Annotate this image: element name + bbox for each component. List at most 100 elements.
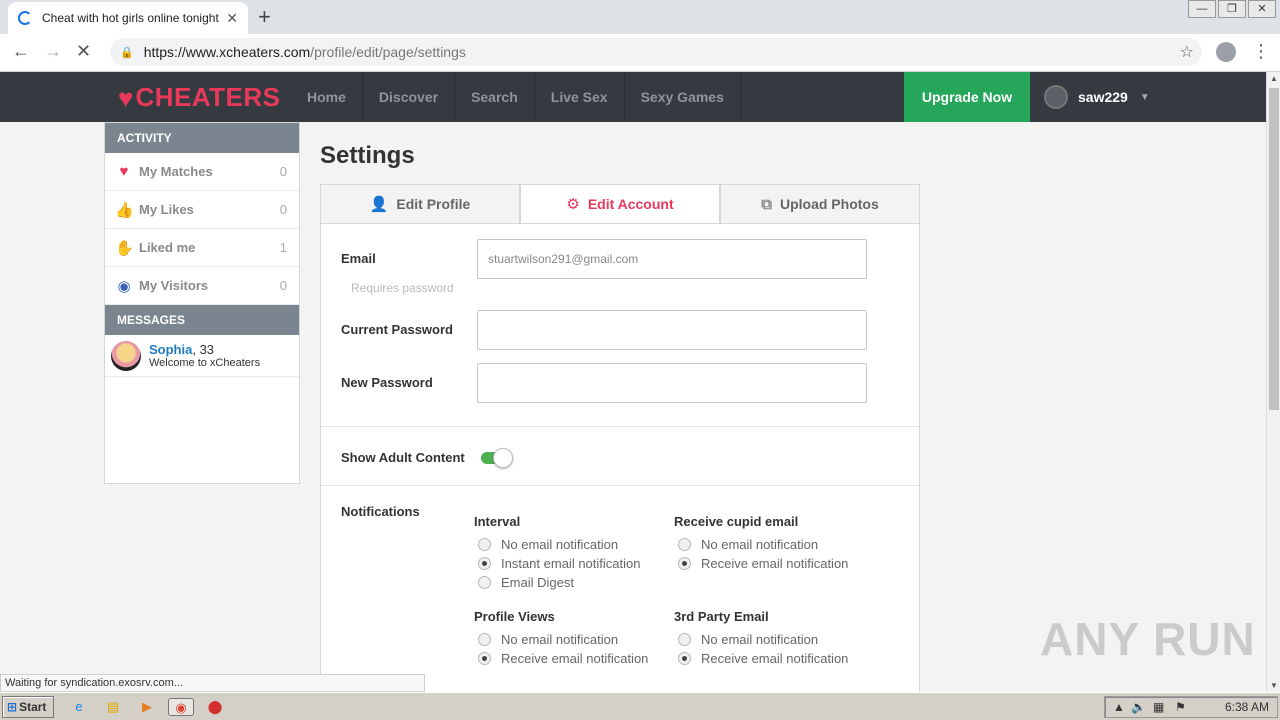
nav-live-sex[interactable]: Live Sex [535,72,625,122]
tray-expand-icon[interactable]: ▲ [1113,697,1125,717]
cupid-email-group: Receive cupid email No email notificatio… [674,514,874,573]
restore-icon[interactable]: ❐ [1218,0,1246,18]
minimize-icon[interactable]: — [1188,0,1216,18]
url-path: /profile/edit/page/settings [310,44,466,60]
upgrade-button[interactable]: Upgrade Now [904,72,1030,122]
scroll-up-icon[interactable]: ▲ [1270,74,1278,83]
bookmark-star-icon[interactable]: ☆ [1180,42,1194,62]
url-bar[interactable]: 🔒 https://www.xcheaters.com/profile/edit… [110,38,1202,66]
message-item[interactable]: Sophia, 33 Welcome to xCheaters [105,335,299,377]
radio-option[interactable]: No email notification [474,535,674,554]
radio-button[interactable] [678,633,691,646]
browser-account-icon[interactable] [1216,42,1236,62]
chevron-down-icon: ▼ [1139,91,1150,103]
radio-label: Receive email notification [701,556,849,571]
page-scrollbar[interactable]: ▲ ▼ [1266,72,1280,692]
tab-edit-profile[interactable]: 👤 Edit Profile [320,184,520,224]
sidebar-item-liked-me[interactable]: ✋ Liked me 1 [105,229,299,267]
radio-label: No email notification [701,632,819,647]
scrollbar-thumb[interactable] [1269,88,1279,410]
message-sender[interactable]: Sophia [149,342,192,357]
nav-discover[interactable]: Discover [363,72,456,122]
sidebar-item-my-likes[interactable]: 👍 My Likes 0 [105,191,299,229]
stop-loading-icon[interactable]: ✕ [76,41,91,62]
main-nav: Home Discover Search Live Sex Sexy Games [291,72,741,122]
group-title: Profile Views [474,609,555,624]
explorer-folder-icon[interactable]: ▤ [104,698,122,716]
radio-label: Receive email notification [701,651,849,666]
radio-option[interactable]: Email Digest [474,573,674,592]
current-password-field[interactable] [477,310,867,350]
radio-option[interactable]: No email notification [674,535,874,554]
third-party-email-group: 3rd Party Email No email notification Re… [674,609,874,668]
new-tab-button[interactable]: + [258,4,271,30]
action-center-flag-icon[interactable]: ⚑ [1175,697,1186,717]
radio-button[interactable] [678,538,691,551]
interval-group: Interval No email notification Instant e… [474,514,674,592]
windows-taskbar: ⊞ Start e ▤ ▶ ◉ ⬤ ▲ 🔈 ▦ ⚑ 6:38 AM [0,692,1280,720]
sidebar-item-my-visitors[interactable]: ◉ My Visitors 0 [105,267,299,305]
start-label: Start [19,700,47,714]
browser-tab-strip: Cheat with hot girls online tonight fo ✕… [0,0,1280,34]
messages-header: MESSAGES [105,305,299,335]
radio-option[interactable]: Receive email notification [674,554,874,573]
browser-tab[interactable]: Cheat with hot girls online tonight fo ✕ [8,2,248,34]
browser-menu-icon[interactable]: ⋮ [1252,40,1270,62]
nav-sexy-games[interactable]: Sexy Games [625,72,741,122]
sidebar-item-count: 0 [279,164,287,179]
radio-button[interactable] [678,652,691,665]
requires-password-note: Requires password [351,281,454,295]
sidebar-item-label: My Matches [139,164,213,179]
stop-sign-icon[interactable]: ⬤ [206,698,224,716]
radio-button[interactable] [478,652,491,665]
logo-text: CHEATERS [135,82,281,112]
adult-content-toggle[interactable] [481,448,513,468]
new-password-field[interactable] [477,363,867,403]
back-arrow-icon[interactable]: ← [12,41,30,62]
radio-option[interactable]: Receive email notification [474,649,674,668]
network-icon[interactable]: ▦ [1153,697,1164,717]
media-player-icon[interactable]: ▶ [138,698,156,716]
site-logo[interactable]: ♥ CHEATERS [118,82,281,113]
tab-edit-account[interactable]: ⚙ Edit Account [520,184,720,224]
radio-button[interactable] [478,538,491,551]
tab-close-icon[interactable]: ✕ [226,10,238,27]
user-icon: 👤 [369,196,389,213]
user-menu[interactable]: saw229 ▼ [1044,72,1150,122]
message-age: , 33 [192,342,215,357]
tab-label: Edit Account [587,196,674,212]
forward-arrow-icon[interactable]: → [44,41,62,62]
sidebar: ACTIVITY ♥ My Matches 0 👍 My Likes 0 ✋ L… [104,122,300,484]
windows-flag-icon: ⊞ [7,700,18,714]
radio-option[interactable]: Receive email notification [674,649,874,668]
sidebar-item-count: 0 [279,278,287,293]
group-title: Interval [474,514,521,529]
sidebar-item-count: 0 [279,202,287,217]
ie-icon[interactable]: e [70,698,88,716]
radio-label: Email Digest [501,575,574,590]
radio-button[interactable] [478,557,491,570]
radio-option[interactable]: Instant email notification [474,554,674,573]
sidebar-item-label: Liked me [139,240,196,255]
volume-icon[interactable]: 🔈 [1131,697,1146,717]
radio-button[interactable] [478,633,491,646]
radio-button[interactable] [678,557,691,570]
tab-upload-photos[interactable]: ⧉ Upload Photos [720,184,920,224]
nav-search[interactable]: Search [455,72,535,122]
email-field[interactable] [477,239,867,279]
message-body: Sophia, 33 Welcome to xCheaters [149,342,260,369]
start-button[interactable]: ⊞ Start [2,696,54,718]
tab-label: Upload Photos [779,196,879,212]
window-close-icon[interactable]: ✕ [1248,0,1276,18]
sidebar-item-my-matches[interactable]: ♥ My Matches 0 [105,153,299,191]
radio-label: No email notification [701,537,819,552]
radio-option[interactable]: No email notification [674,630,874,649]
settings-tabs: 👤 Edit Profile ⚙ Edit Account ⧉ Upload P… [320,184,920,224]
chrome-icon[interactable]: ◉ [168,698,194,716]
radio-option[interactable]: No email notification [474,630,674,649]
scroll-down-icon[interactable]: ▼ [1270,681,1278,690]
nav-home[interactable]: Home [291,72,363,122]
radio-button[interactable] [478,576,491,589]
logo-heart-icon: ♥ [118,82,134,113]
url-host: https://www.xcheaters.com [143,44,311,60]
